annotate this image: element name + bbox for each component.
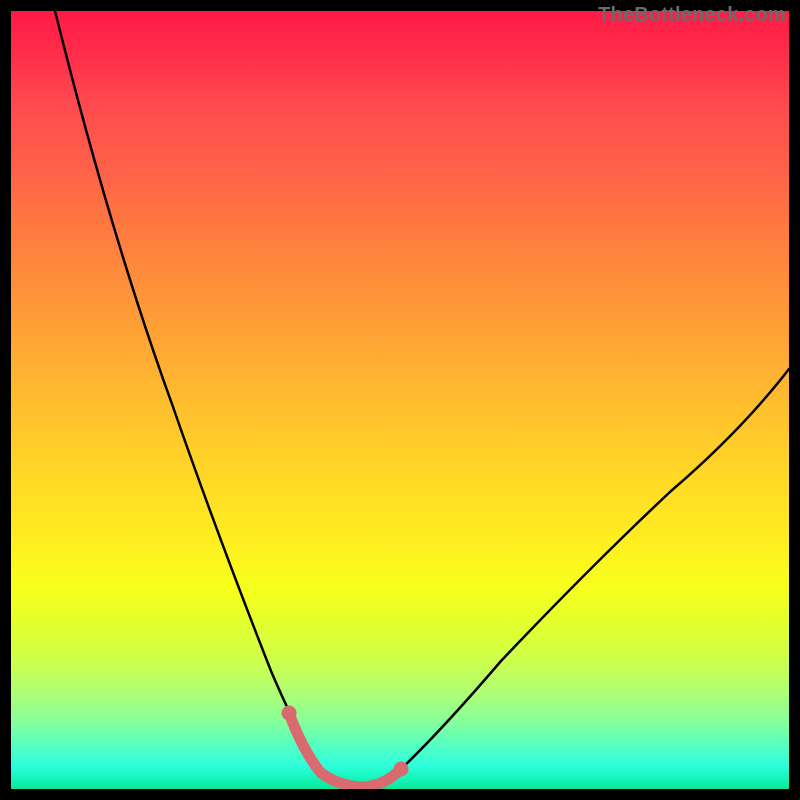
curve-right: [401, 369, 789, 769]
flat-segment-dot-right: [394, 762, 409, 777]
curve-left: [55, 11, 346, 786]
curve-svg: [11, 11, 789, 789]
bottleneck-curve: [55, 11, 133, 284]
watermark-text: TheBottleneck.com: [598, 4, 786, 27]
chart-stage: TheBottleneck.com: [0, 0, 800, 800]
optimal-flat-segment: [289, 713, 401, 787]
flat-segment-dot-left: [282, 706, 297, 721]
plot-area: [11, 11, 789, 789]
